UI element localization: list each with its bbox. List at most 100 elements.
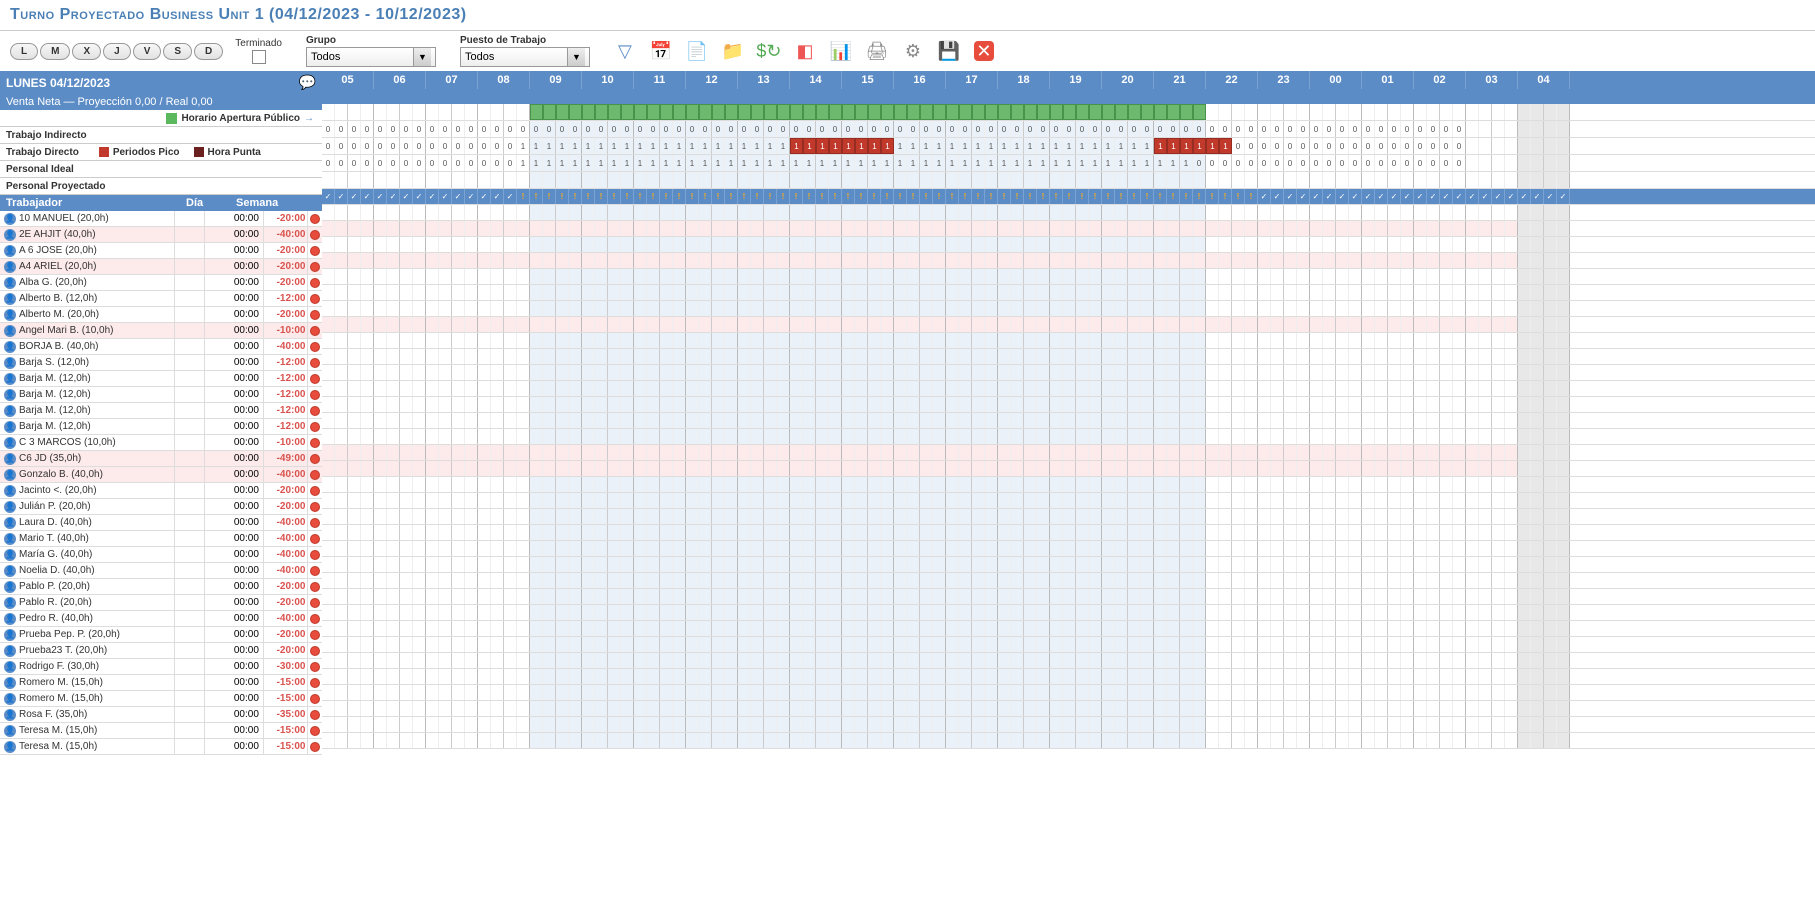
grid-cell[interactable] [660, 525, 673, 540]
grid-cell[interactable] [1492, 669, 1505, 684]
grid-cell[interactable] [1284, 685, 1297, 700]
grid-cell[interactable] [348, 349, 361, 364]
grid-cell[interactable] [1453, 221, 1466, 236]
grid-cell[interactable] [1128, 365, 1141, 380]
grid-cell[interactable] [972, 733, 985, 748]
grid-cell[interactable] [452, 557, 465, 572]
grid-cell[interactable] [1414, 509, 1427, 524]
grid-cell[interactable] [1349, 477, 1362, 492]
grid-cell[interactable] [803, 477, 816, 492]
grid-cell[interactable] [1063, 317, 1076, 332]
grid-cell[interactable] [1258, 557, 1271, 572]
grid-cell[interactable] [751, 493, 764, 508]
grid-cell[interactable] [1193, 381, 1206, 396]
grid-cell[interactable] [1180, 701, 1193, 716]
grid-cell[interactable]: 0 [1401, 155, 1414, 171]
grid-cell[interactable] [1518, 121, 1531, 137]
grid-cell[interactable] [1466, 413, 1479, 428]
grid-cell[interactable] [1063, 605, 1076, 620]
grid-cell[interactable] [1362, 477, 1375, 492]
grid-cell[interactable] [725, 557, 738, 572]
grid-cell[interactable] [530, 429, 543, 444]
grid-cell[interactable] [959, 477, 972, 492]
grid-cell[interactable] [1011, 653, 1024, 668]
grid-cell[interactable] [1375, 541, 1388, 556]
grid-cell[interactable] [530, 285, 543, 300]
grid-cell[interactable] [1206, 605, 1219, 620]
grid-cell[interactable] [1102, 237, 1115, 252]
grid-cell[interactable]: 0 [426, 121, 439, 137]
grid-cell[interactable] [1232, 349, 1245, 364]
grid-cell[interactable] [764, 104, 777, 120]
grid-cell[interactable] [842, 237, 855, 252]
grid-cell[interactable] [569, 621, 582, 636]
grid-cell[interactable] [387, 269, 400, 284]
grid-cell[interactable] [1323, 104, 1336, 120]
grid-cell[interactable] [1011, 221, 1024, 236]
grid-cell[interactable] [1336, 573, 1349, 588]
grid-cell[interactable] [1453, 381, 1466, 396]
grid-cell[interactable] [1284, 573, 1297, 588]
grid-cell[interactable]: 1 [1115, 138, 1128, 154]
grid-cell[interactable] [1024, 509, 1037, 524]
grid-cell[interactable] [790, 541, 803, 556]
grid-cell[interactable] [1466, 172, 1479, 188]
grid-cell[interactable] [816, 301, 829, 316]
grid-cell[interactable] [1492, 237, 1505, 252]
grid-cell[interactable] [322, 589, 335, 604]
grid-cell[interactable] [816, 605, 829, 620]
grid-cell[interactable] [1141, 605, 1154, 620]
grid-cell[interactable] [1011, 461, 1024, 476]
grid-cell[interactable] [530, 205, 543, 220]
grid-cell[interactable] [686, 445, 699, 460]
grid-cell[interactable] [868, 637, 881, 652]
grid-cell[interactable] [1531, 573, 1544, 588]
grid-cell[interactable]: 0 [543, 121, 556, 137]
grid-cell[interactable] [647, 621, 660, 636]
grid-cell[interactable] [1557, 717, 1570, 732]
grid-cell[interactable] [894, 717, 907, 732]
grid-cell[interactable] [1076, 253, 1089, 268]
grid-cell[interactable] [556, 493, 569, 508]
grid-cell[interactable] [972, 653, 985, 668]
grid-cell[interactable] [374, 733, 387, 748]
grid-cell[interactable] [699, 301, 712, 316]
grid-cell[interactable] [504, 509, 517, 524]
grid-cell[interactable] [1089, 621, 1102, 636]
grid-cell[interactable] [569, 413, 582, 428]
grid-cell[interactable]: ! [660, 189, 673, 204]
grid-cell[interactable] [374, 104, 387, 120]
grid-cell[interactable]: 1 [894, 155, 907, 171]
grid-cell[interactable] [1505, 121, 1518, 137]
grid-cell[interactable] [1167, 557, 1180, 572]
grid-cell[interactable] [738, 573, 751, 588]
grid-cell[interactable] [1349, 285, 1362, 300]
grid-cell[interactable] [1466, 685, 1479, 700]
grid-cell[interactable] [400, 589, 413, 604]
grid-cell[interactable] [413, 685, 426, 700]
grid-cell[interactable] [491, 445, 504, 460]
grid-cell[interactable] [322, 541, 335, 556]
grid-cell[interactable] [1518, 269, 1531, 284]
grid-cell[interactable] [413, 301, 426, 316]
grid-cell[interactable]: 0 [400, 155, 413, 171]
grid-cell[interactable] [1492, 461, 1505, 476]
worker-grid-row[interactable] [322, 397, 1815, 413]
grid-cell[interactable]: 0 [361, 155, 374, 171]
grid-cell[interactable] [1505, 733, 1518, 748]
grid-cell[interactable] [1323, 269, 1336, 284]
grid-cell[interactable] [1167, 301, 1180, 316]
grid-cell[interactable] [1102, 349, 1115, 364]
grid-cell[interactable] [1232, 493, 1245, 508]
grid-cell[interactable] [842, 205, 855, 220]
grid-cell[interactable] [868, 589, 881, 604]
grid-cell[interactable]: 0 [1414, 121, 1427, 137]
grid-cell[interactable] [491, 333, 504, 348]
grid-cell[interactable] [1336, 349, 1349, 364]
grid-cell[interactable] [907, 104, 920, 120]
grid-cell[interactable] [426, 413, 439, 428]
grid-cell[interactable] [855, 493, 868, 508]
grid-cell[interactable] [712, 685, 725, 700]
grid-cell[interactable] [387, 557, 400, 572]
grid-cell[interactable] [465, 365, 478, 380]
